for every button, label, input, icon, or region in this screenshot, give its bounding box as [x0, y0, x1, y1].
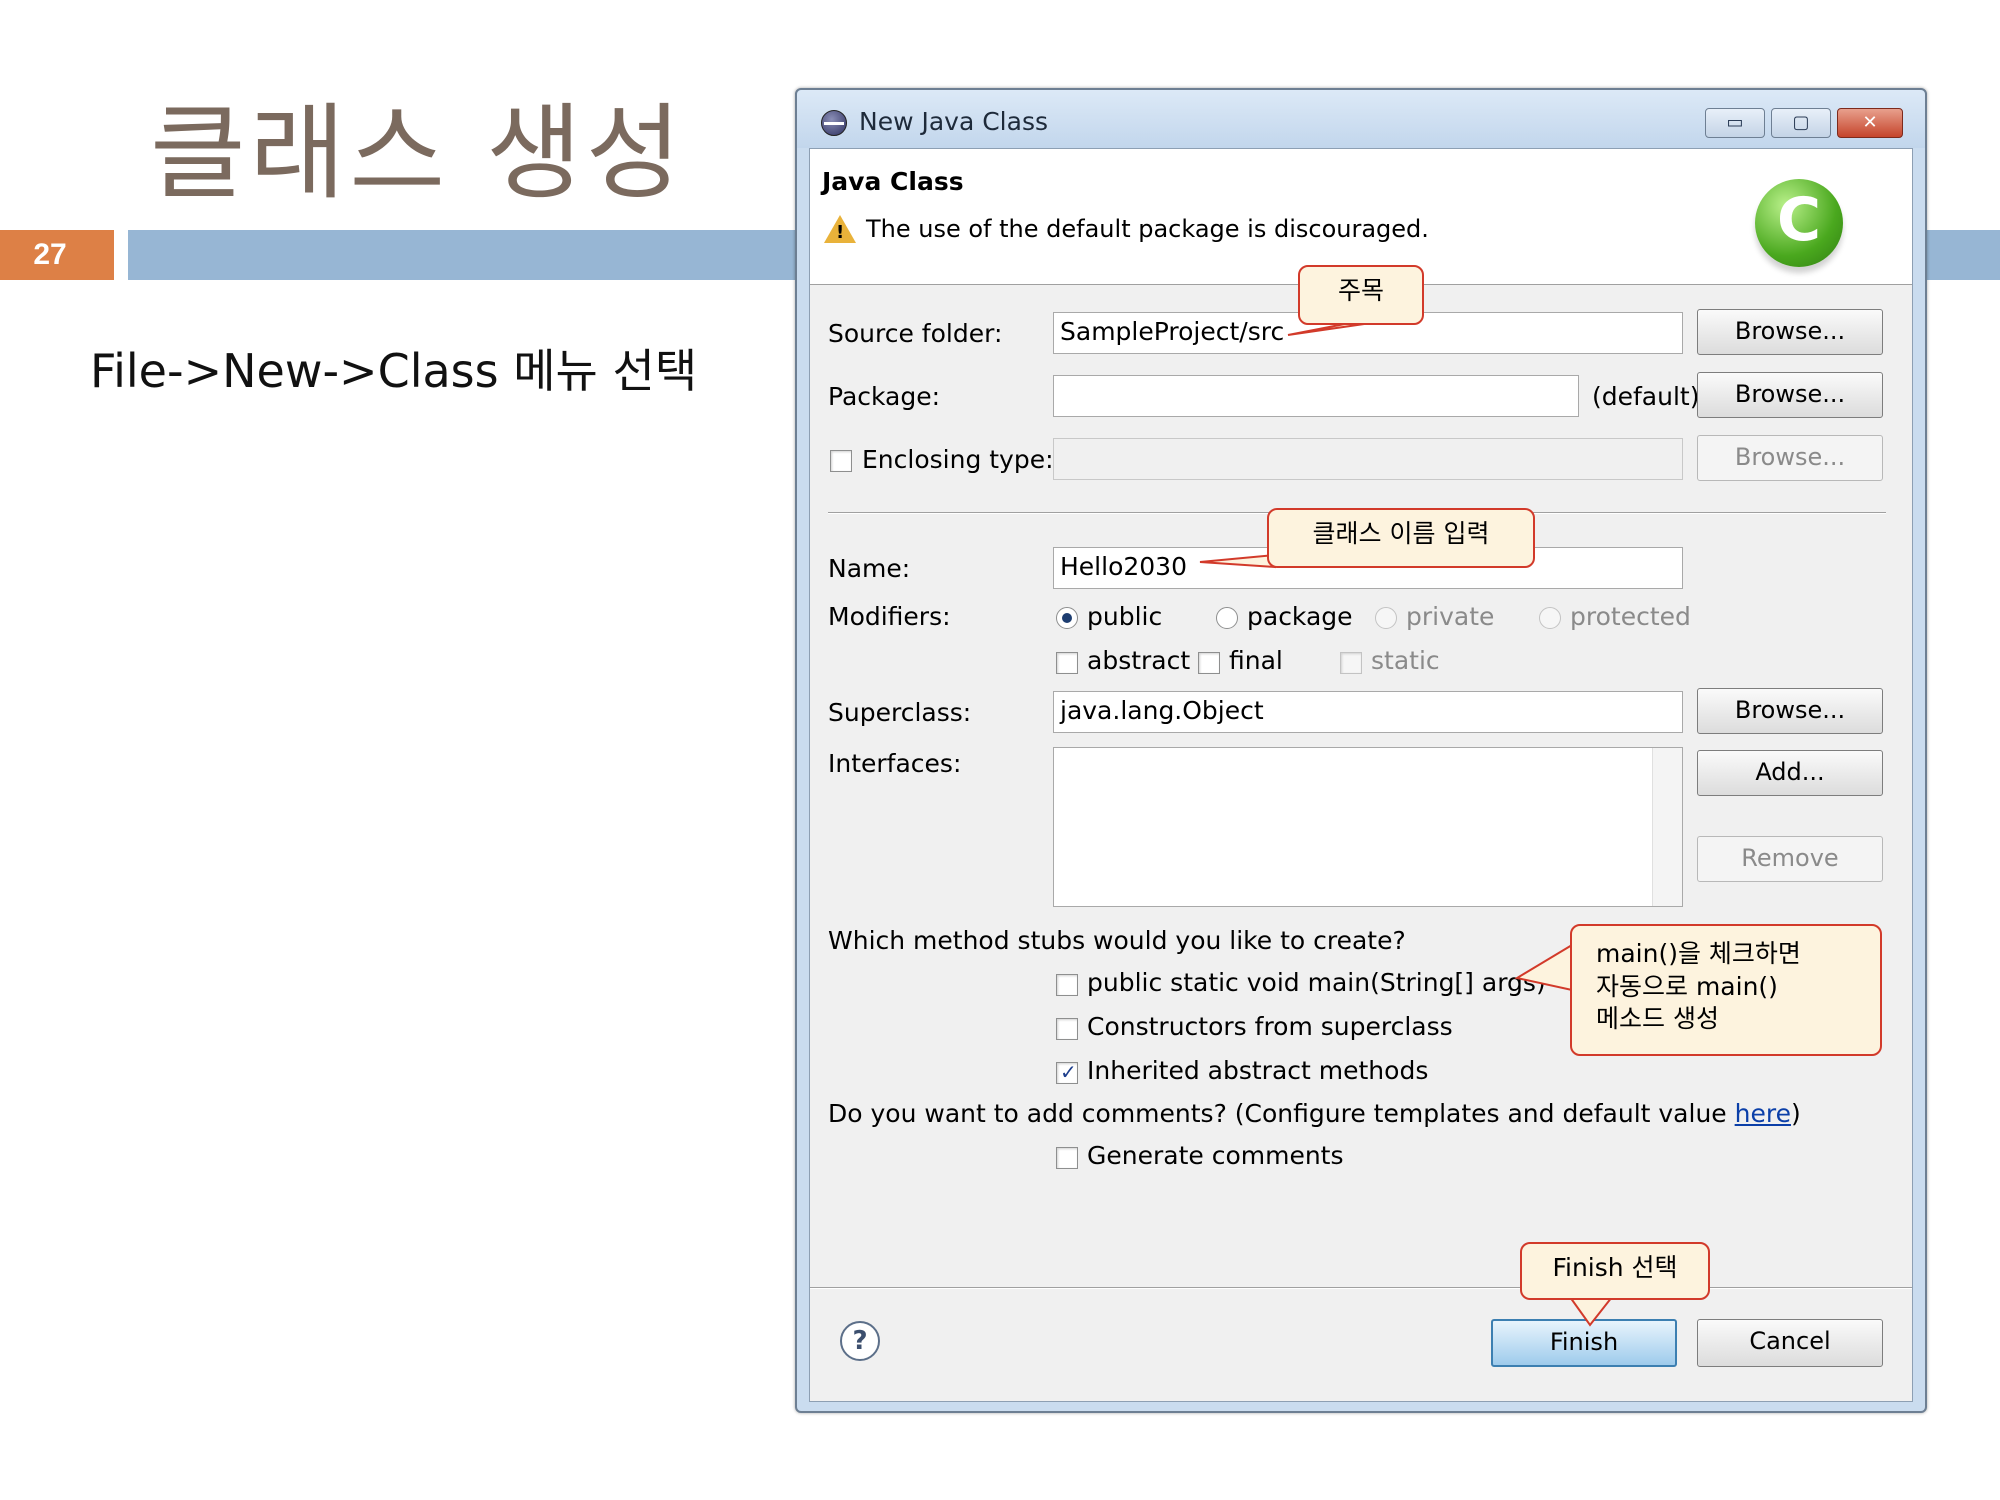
close-button[interactable]: ✕ — [1837, 108, 1903, 138]
footer-separator — [810, 1287, 1912, 1289]
protected-radio-label: protected — [1570, 602, 1691, 631]
private-radio[interactable] — [1375, 607, 1397, 629]
finish-button[interactable]: Finish — [1491, 1319, 1677, 1367]
main-callout-line-3: 메소드 생성 — [1596, 1004, 1719, 1033]
superclass-input[interactable]: java.lang.Object — [1053, 691, 1683, 733]
name-label: Name: — [828, 554, 911, 583]
public-radio-label: public — [1087, 602, 1163, 631]
main-method-checkbox[interactable] — [1056, 974, 1078, 996]
header-message: The use of the default package is discou… — [866, 215, 1429, 243]
inherited-abstract-checkbox[interactable] — [1056, 1060, 1078, 1084]
modifiers-label: Modifiers: — [828, 602, 951, 631]
abstract-checkbox[interactable] — [1056, 652, 1078, 674]
source-folder-browse-button[interactable]: Browse... — [1697, 309, 1883, 355]
interfaces-label: Interfaces: — [828, 749, 962, 778]
package-default-label: (default) — [1592, 382, 1700, 411]
constructors-checkbox[interactable] — [1056, 1018, 1078, 1040]
remove-interface-button[interactable]: Remove — [1697, 836, 1883, 882]
attention-callout: 주목 — [1298, 265, 1424, 325]
static-checkbox-label: static — [1371, 646, 1440, 675]
enclosing-type-checkbox[interactable] — [830, 450, 852, 472]
package-radio-label: package — [1247, 602, 1353, 631]
main-method-callout: main()을 체크하면 자동으로 main() 메소드 생성 — [1570, 924, 1882, 1056]
static-checkbox[interactable] — [1340, 652, 1362, 674]
method-stubs-question: Which method stubs would you like to cre… — [828, 926, 1406, 955]
constructors-label: Constructors from superclass — [1087, 1012, 1453, 1041]
abstract-checkbox-label: abstract — [1087, 646, 1191, 675]
public-radio[interactable] — [1056, 607, 1078, 629]
main-callout-line-2: 자동으로 main() — [1596, 971, 1778, 1001]
page-number: 27 — [0, 230, 114, 280]
slide-instruction: File->New->Class 메뉴 선택 — [90, 344, 698, 398]
help-icon[interactable]: ? — [840, 1321, 880, 1361]
main-callout-line-1: main()을 체크하면 — [1596, 939, 1801, 968]
enclosing-type-label: Enclosing type: — [862, 445, 1054, 474]
generate-comments-label: Generate comments — [1087, 1141, 1344, 1170]
finish-callout: Finish 선택 — [1520, 1242, 1710, 1300]
cancel-button[interactable]: Cancel — [1697, 1319, 1883, 1367]
title-bar[interactable]: New Java Class ▭ ▢ ✕ — [797, 90, 1925, 148]
protected-radio[interactable] — [1539, 607, 1561, 629]
interfaces-list[interactable] — [1053, 747, 1683, 907]
class-name-callout: 클래스 이름 입력 — [1267, 508, 1535, 568]
package-browse-button[interactable]: Browse... — [1697, 372, 1883, 418]
maximize-button[interactable]: ▢ — [1771, 108, 1831, 138]
minimize-button[interactable]: ▭ — [1705, 108, 1765, 138]
eclipse-icon — [821, 110, 847, 136]
configure-templates-link[interactable]: here — [1735, 1099, 1791, 1128]
private-radio-label: private — [1406, 602, 1495, 631]
superclass-label: Superclass: — [828, 698, 972, 727]
source-folder-label: Source folder: — [828, 319, 1003, 348]
final-checkbox-label: final — [1229, 646, 1283, 675]
slide-title: 클래스 생성 — [150, 92, 686, 214]
superclass-browse-button[interactable]: Browse... — [1697, 688, 1883, 734]
inherited-abstract-label: Inherited abstract methods — [1087, 1056, 1429, 1085]
enclosing-type-browse-button[interactable]: Browse... — [1697, 435, 1883, 481]
comments-question: Do you want to add comments? (Configure … — [828, 1099, 1801, 1128]
main-method-label: public static void main(String[] args) — [1087, 968, 1546, 997]
header-title: Java Class — [822, 167, 964, 196]
dialog-body: Java Class ! The use of the default pack… — [809, 148, 1913, 1402]
enclosing-type-input[interactable] — [1053, 438, 1683, 480]
java-class-wizard-icon — [1755, 179, 1843, 267]
generate-comments-checkbox[interactable] — [1056, 1147, 1078, 1169]
package-input[interactable] — [1053, 375, 1579, 417]
window-title: New Java Class — [859, 107, 1049, 136]
package-label: Package: — [828, 382, 941, 411]
interfaces-list-scrollbar[interactable] — [1652, 748, 1682, 906]
warning-icon: ! — [824, 215, 856, 243]
package-radio[interactable] — [1216, 607, 1238, 629]
add-interface-button[interactable]: Add... — [1697, 750, 1883, 796]
final-checkbox[interactable] — [1198, 652, 1220, 674]
